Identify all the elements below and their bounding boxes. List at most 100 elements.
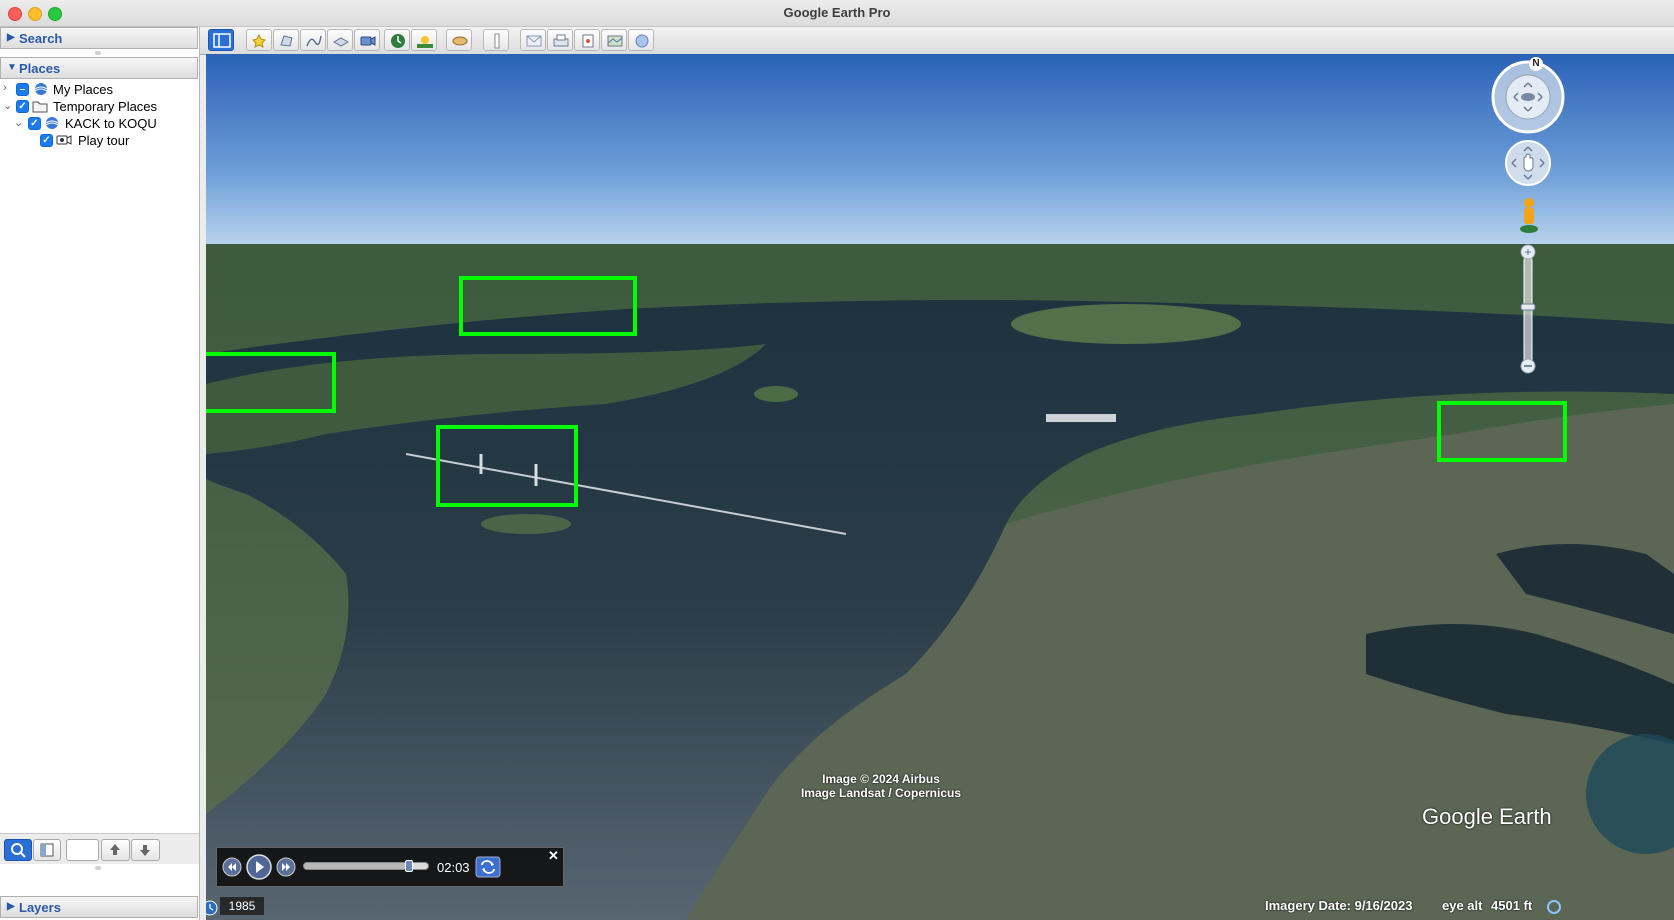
- folder-open-icon: [32, 101, 48, 113]
- move-navigation-control[interactable]: [1504, 139, 1554, 189]
- print-button[interactable]: [547, 29, 573, 51]
- show-panel-button[interactable]: [33, 839, 61, 861]
- compass-north-indicator[interactable]: N: [1529, 57, 1543, 71]
- play-button[interactable]: [245, 853, 273, 881]
- tree-item-label: Play tour: [78, 133, 130, 148]
- add-polygon-button[interactable]: [273, 29, 299, 51]
- tree-item-label: Temporary Places: [53, 99, 158, 114]
- rewind-button[interactable]: [221, 856, 243, 878]
- sidebar-toggle-button[interactable]: [208, 29, 234, 51]
- path-icon: [306, 35, 322, 47]
- google-earth-logo: Google Earth: [1422, 804, 1552, 829]
- tree-item-temporary-places[interactable]: ⌄ ✓ Temporary Places: [0, 98, 198, 116]
- checkbox-checked[interactable]: ✓: [40, 134, 53, 147]
- panel-icon: [40, 843, 54, 857]
- sidebar: ▶ Search ▼ Places › – My Places ⌄ ✓ Temp…: [0, 27, 200, 920]
- tour-player: 02:03 ✕: [216, 847, 564, 887]
- arrow-down-icon: [140, 845, 150, 856]
- sunlight-icon: [417, 36, 433, 48]
- magnifier-icon: [11, 843, 26, 858]
- places-toolbar: [0, 833, 199, 864]
- earth-button[interactable]: [628, 29, 654, 51]
- tour-progress-knob[interactable]: [405, 860, 414, 872]
- main-toolbar: [200, 27, 1674, 55]
- email-icon: [526, 35, 542, 47]
- eye-alt-value: 4501 ft: [1491, 898, 1533, 913]
- close-tour-button[interactable]: ✕: [548, 848, 559, 864]
- street-view-pegman-icon[interactable]: [1516, 197, 1542, 237]
- window-title: Google Earth Pro: [783, 5, 891, 20]
- add-overlay-button[interactable]: [327, 29, 353, 51]
- panel-resize-handle[interactable]: [95, 51, 101, 55]
- move-down-button[interactable]: [131, 839, 160, 861]
- repeat-tour-button[interactable]: [475, 856, 501, 878]
- placemark-icon: [252, 33, 266, 48]
- zoom-slider[interactable]: +: [1517, 244, 1541, 374]
- imagery-credit-airbus: Image © 2024 Airbus: [822, 772, 940, 786]
- polygon-icon: [280, 35, 293, 47]
- add-placemark-button[interactable]: [246, 29, 272, 51]
- overlay-icon: [332, 37, 350, 47]
- fast-forward-button[interactable]: [275, 856, 297, 878]
- expanded-triangle-icon: ▼: [7, 62, 17, 73]
- highlight-box-airport-north: [459, 276, 637, 336]
- svg-text:+: +: [1524, 245, 1531, 259]
- add-path-button[interactable]: [300, 29, 326, 51]
- places-panel-label: Places: [19, 61, 61, 76]
- streaming-status-icon: [1547, 900, 1561, 914]
- tree-item-label: My Places: [53, 82, 113, 97]
- collapsed-triangle-icon: ▶: [7, 901, 15, 912]
- sunlight-button[interactable]: [411, 29, 437, 51]
- camera-tour-icon: [56, 135, 72, 145]
- checkbox-checked[interactable]: ✓: [28, 117, 41, 130]
- imagery-credit-landsat: Image Landsat / Copernicus: [800, 786, 962, 800]
- tour-progress-track[interactable]: [303, 860, 429, 872]
- highlight-box-bridge-west: [206, 352, 336, 413]
- view-in-maps-icon: [607, 35, 623, 47]
- partial-checkbox[interactable]: –: [16, 83, 29, 96]
- move-up-button[interactable]: [101, 839, 130, 861]
- earth-3d-viewport[interactable]: N + Image © 2024 Airbus Image Landsat / …: [206, 54, 1674, 920]
- record-tour-icon: [360, 36, 376, 46]
- historical-imagery-icon: [391, 34, 405, 48]
- tour-globe-icon: [45, 117, 59, 129]
- ruler-button[interactable]: [483, 29, 509, 51]
- places-blank-field[interactable]: [66, 839, 99, 861]
- collapsed-triangle-icon: ▶: [7, 32, 15, 43]
- planets-button[interactable]: [446, 29, 472, 51]
- ruler-icon: [494, 33, 500, 49]
- layers-panel-label: Layers: [19, 900, 61, 915]
- historical-imagery-button[interactable]: [384, 29, 410, 51]
- panel-resize-handle[interactable]: [95, 866, 101, 870]
- planets-icon: [452, 36, 468, 46]
- view-in-maps-button[interactable]: [601, 29, 627, 51]
- arrow-up-icon: [110, 844, 120, 855]
- tree-item-label: KACK to KOQU: [65, 116, 157, 131]
- chevron-down-icon[interactable]: ⌄: [3, 99, 13, 112]
- imagery-year-badge: 1985: [220, 897, 264, 915]
- layers-panel-header[interactable]: ▶ Layers: [0, 896, 198, 918]
- email-button[interactable]: [520, 29, 546, 51]
- save-image-button[interactable]: [574, 29, 600, 51]
- folder-globe-icon: [34, 83, 48, 95]
- highlight-box-bridge: [436, 425, 578, 507]
- tour-time: 02:03: [437, 860, 470, 875]
- places-panel-header[interactable]: ▼ Places: [0, 57, 198, 79]
- save-image-icon: [582, 34, 594, 48]
- tree-item-my-places[interactable]: › – My Places: [0, 81, 198, 99]
- chevron-right-icon[interactable]: ›: [3, 82, 13, 94]
- search-places-button[interactable]: [4, 839, 32, 861]
- checkbox-checked[interactable]: ✓: [16, 100, 29, 113]
- historical-imagery-clock-icon[interactable]: [206, 900, 218, 916]
- tour-progress-fill: [304, 863, 410, 869]
- highlight-box-airport-east: [1437, 401, 1567, 462]
- search-panel-header[interactable]: ▶ Search: [0, 27, 198, 49]
- window-titlebar: Google Earth Pro: [0, 0, 1674, 27]
- tree-item-kack-to-koqu[interactable]: ⌄ ✓ KACK to KOQU: [0, 115, 198, 133]
- record-tour-button[interactable]: [354, 29, 380, 51]
- tree-item-play-tour[interactable]: ✓ Play tour: [0, 132, 198, 150]
- chevron-down-icon[interactable]: ⌄: [14, 116, 24, 129]
- earth-icon: [635, 34, 649, 48]
- search-panel-label: Search: [19, 31, 63, 46]
- imagery-date: Imagery Date: 9/16/2023: [1265, 898, 1413, 913]
